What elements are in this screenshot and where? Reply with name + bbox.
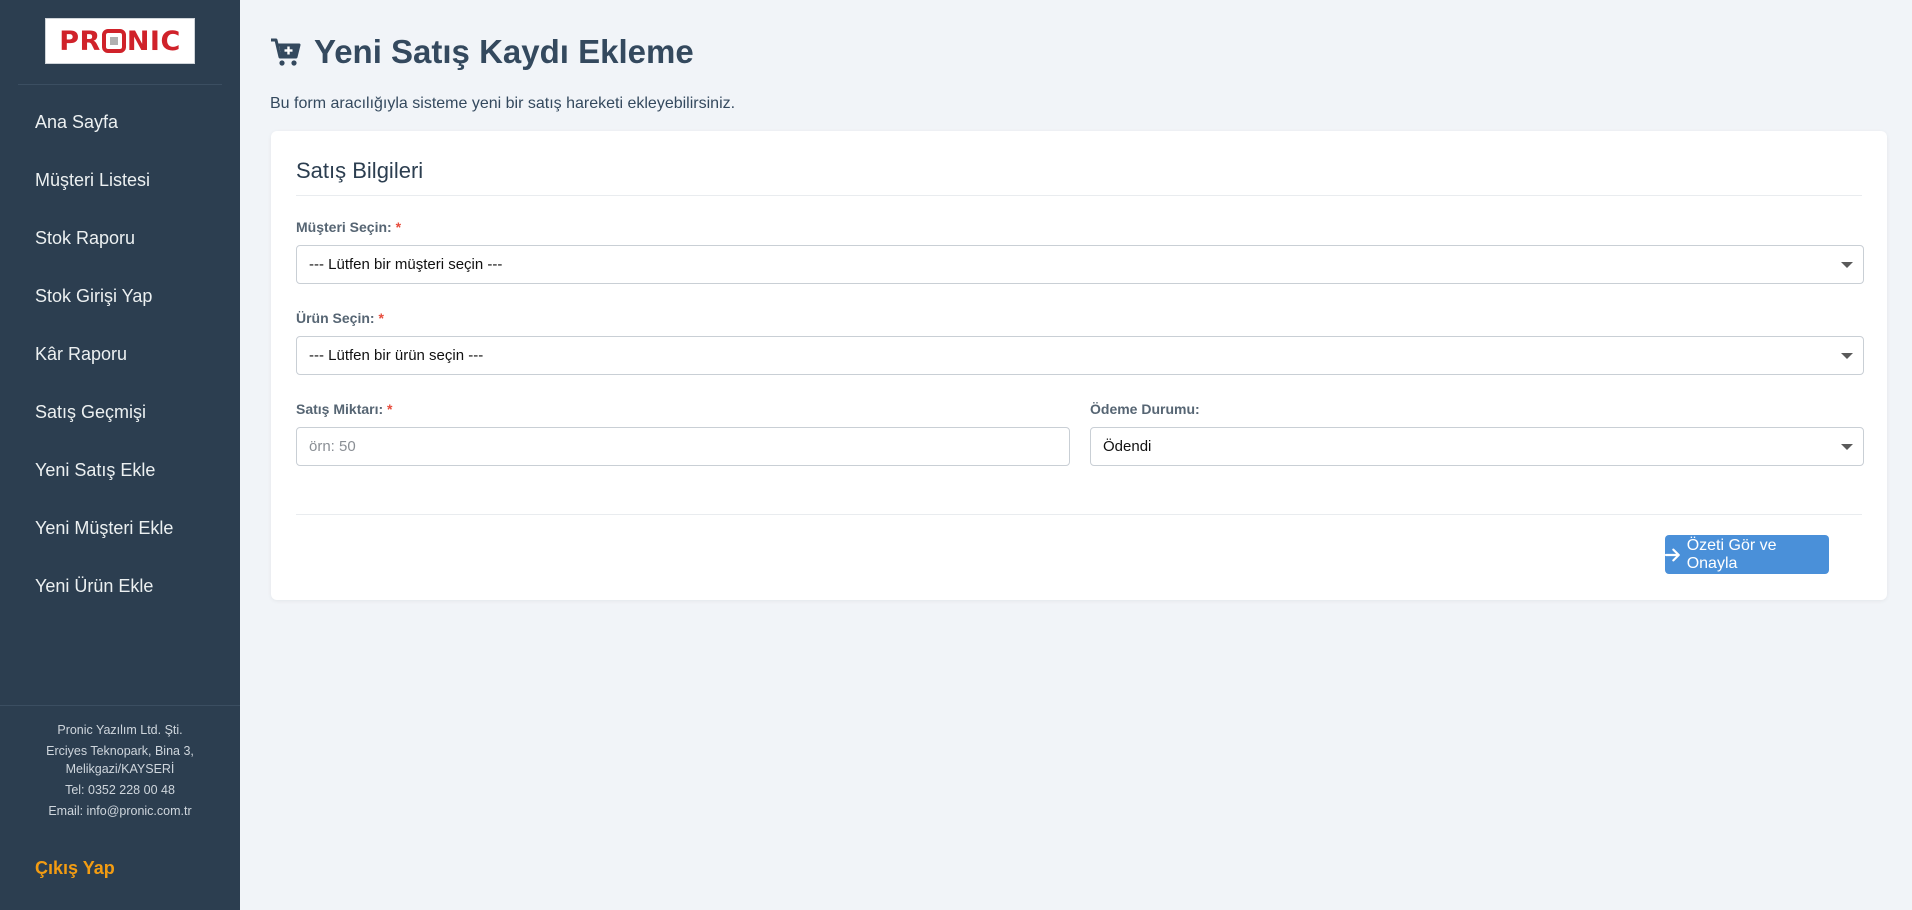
company-name: Pronic Yazılım Ltd. Şti. [57, 723, 183, 737]
sidebar-item-yeni-satis[interactable]: Yeni Satış Ekle [0, 441, 240, 499]
sidebar-item-yeni-urun[interactable]: Yeni Ürün Ekle [0, 557, 240, 615]
chevron-down-icon [1841, 262, 1853, 268]
page-subtitle: Bu form aracılığıyla sisteme yeni bir sa… [270, 95, 736, 112]
page-title: Yeni Satış Kaydı Ekleme [270, 30, 694, 74]
section-title: Satış Bilgileri [296, 158, 424, 183]
logout-link[interactable]: Çıkış Yap [35, 858, 115, 879]
logo-wordmark: PR NIC [59, 25, 181, 57]
payment-select-value: Ödendi [1103, 438, 1152, 455]
payment-status-select[interactable]: Ödendi [1090, 427, 1864, 466]
pronic-logo[interactable]: PR NIC [45, 18, 195, 64]
product-select-value: --- Lütfen bir ürün seçin --- [309, 347, 484, 364]
sidebar-item-musteri-listesi[interactable]: Müşteri Listesi [0, 151, 240, 209]
sidebar-item-satis-gecmisi[interactable]: Satış Geçmişi [0, 383, 240, 441]
sidebar-footer: Pronic Yazılım Ltd. Şti. Erciyes Teknopa… [0, 705, 240, 820]
sidebar-item-stok-raporu[interactable]: Stok Raporu [0, 209, 240, 267]
customer-label: Müşteri Seçin: * [296, 219, 402, 235]
required-mark: * [378, 310, 384, 326]
required-mark: * [395, 219, 402, 235]
quantity-label: Satış Miktarı: * [296, 401, 393, 417]
customer-select[interactable]: --- Lütfen bir müşteri seçin --- [296, 245, 1864, 284]
submit-button-label: Özeti Gör ve Onayla [1686, 536, 1777, 572]
company-address-line2: Melikgazi/KAYSERİ [65, 762, 175, 776]
review-and-confirm-button[interactable]: Özeti Gör ve Onayla [1665, 535, 1829, 574]
section-divider [296, 195, 1862, 196]
sidebar: PR NIC Ana Sayfa Müşteri Listesi Stok Rap… [0, 0, 240, 910]
sidebar-item-kar-raporu[interactable]: Kâr Raporu [0, 325, 240, 383]
page-title-text: Yeni Satış Kaydı Ekleme [314, 33, 694, 70]
sales-form-card: Satış Bilgileri Müşteri Seçin: * --- Lüt… [271, 131, 1887, 600]
company-email: Email: info@pronic.com.tr [48, 804, 192, 818]
company-phone: Tel: 0352 228 00 48 [65, 783, 175, 797]
payment-label: Ödeme Durumu: [1090, 401, 1200, 417]
product-select[interactable]: --- Lütfen bir ürün seçin --- [296, 336, 1864, 375]
chevron-down-icon [1841, 444, 1853, 450]
logo-area: PR NIC [18, 0, 222, 85]
arrow-right-icon [1665, 548, 1680, 561]
sidebar-item-ana-sayfa[interactable]: Ana Sayfa [0, 93, 240, 151]
sidebar-item-yeni-musteri[interactable]: Yeni Müşteri Ekle [0, 499, 240, 557]
required-mark: * [387, 401, 393, 417]
sidebar-item-stok-girisi[interactable]: Stok Girişi Yap [0, 267, 240, 325]
cart-plus-icon [271, 38, 301, 66]
product-label: Ürün Seçin: * [296, 310, 384, 326]
sidebar-nav: Ana Sayfa Müşteri Listesi Stok Raporu St… [0, 93, 240, 615]
company-address-line1: Erciyes Teknopark, Bina 3, [46, 744, 194, 758]
customer-select-value: --- Lütfen bir müşteri seçin --- [309, 256, 503, 273]
quantity-input[interactable]: örn: 50 [296, 427, 1070, 466]
chevron-down-icon [1841, 353, 1853, 359]
form-divider [296, 514, 1862, 515]
